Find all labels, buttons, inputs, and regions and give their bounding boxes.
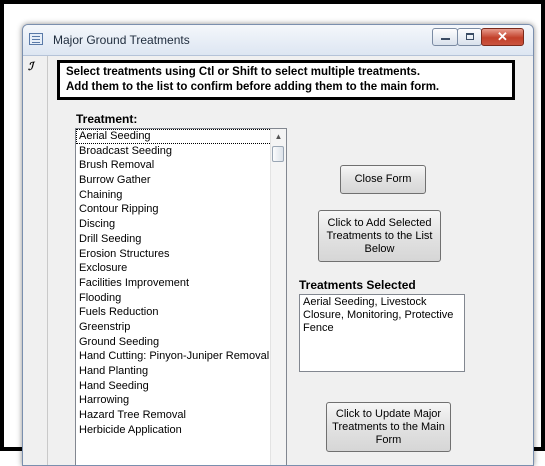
close-icon: ✕	[497, 29, 508, 44]
treatment-listbox[interactable]: Aerial Seeding Broadcast Seeding Brush Rem…	[75, 128, 287, 465]
list-item[interactable]: Ground Seeding	[76, 335, 272, 350]
list-item[interactable]: Fuels Reduction	[76, 305, 272, 320]
scroll-thumb[interactable]	[272, 146, 284, 162]
instructions-line-1: Select treatments using Ctl or Shift to …	[66, 66, 421, 78]
list-item[interactable]: Burrow Gather	[76, 173, 272, 188]
treatment-list-label: Treatment:	[76, 112, 138, 126]
scroll-up-arrow-icon[interactable]: ▲	[271, 129, 286, 145]
listbox-scrollbar[interactable]: ▲	[270, 129, 286, 465]
update-main-form-button[interactable]: Click to Update Major Treatments to the …	[326, 402, 451, 452]
list-item[interactable]: Discing	[76, 217, 272, 232]
list-item[interactable]: Harrowing	[76, 393, 272, 408]
form-icon[interactable]	[29, 33, 43, 45]
list-item[interactable]: Greenstrip	[76, 320, 272, 335]
list-item[interactable]: Erosion Structures	[76, 247, 272, 262]
list-item[interactable]: Flooding	[76, 291, 272, 306]
list-item[interactable]: Hand Planting	[76, 364, 272, 379]
minimize-button[interactable]	[432, 28, 458, 46]
add-selected-button[interactable]: Click to Add Selected Treatments to the …	[318, 210, 441, 262]
maximize-button[interactable]	[457, 28, 482, 46]
record-selector[interactable]: ℐ	[23, 56, 48, 465]
window-title: Major Ground Treatments	[53, 33, 190, 47]
list-item[interactable]: Facilities Improvement	[76, 276, 272, 291]
list-item[interactable]: Exclosure	[76, 261, 272, 276]
list-item[interactable]: Contour Ripping	[76, 202, 272, 217]
treatments-selected-label: Treatments Selected	[299, 278, 416, 292]
title-bar[interactable]: Major Ground Treatments ✕	[23, 25, 533, 56]
treatment-list-items: Aerial Seeding Broadcast Seeding Brush Rem…	[76, 129, 272, 437]
instructions-box: Select treatments using Ctl or Shift to …	[57, 60, 515, 100]
instructions-line-2: Add them to the list to confirm before a…	[66, 81, 440, 93]
form-body: ℐ Select treatments using Ctl or Shift t…	[23, 56, 533, 465]
pencil-icon: ℐ	[28, 61, 34, 73]
list-item[interactable]: Aerial Seeding	[76, 129, 272, 144]
close-window-button[interactable]: ✕	[481, 28, 524, 46]
list-item[interactable]: Broadcast Seeding	[76, 144, 272, 159]
list-item[interactable]: Drill Seeding	[76, 232, 272, 247]
close-form-button[interactable]: Close Form	[340, 165, 426, 194]
list-item[interactable]: Hazard Tree Removal	[76, 408, 272, 423]
minimize-icon	[441, 38, 450, 40]
list-item[interactable]: Hand Seeding	[76, 379, 272, 394]
treatments-selected-field[interactable]: Aerial Seeding, Livestock Closure, Monit…	[299, 294, 465, 372]
form-window: Major Ground Treatments ✕ ℐ Select treat…	[22, 24, 534, 466]
list-item[interactable]: Herbicide Application	[76, 423, 272, 438]
list-item[interactable]: Brush Removal	[76, 158, 272, 173]
list-item[interactable]: Chaining	[76, 188, 272, 203]
list-item[interactable]: Hand Cutting: Pinyon-Juniper Removal	[76, 349, 272, 364]
maximize-icon	[466, 33, 474, 40]
